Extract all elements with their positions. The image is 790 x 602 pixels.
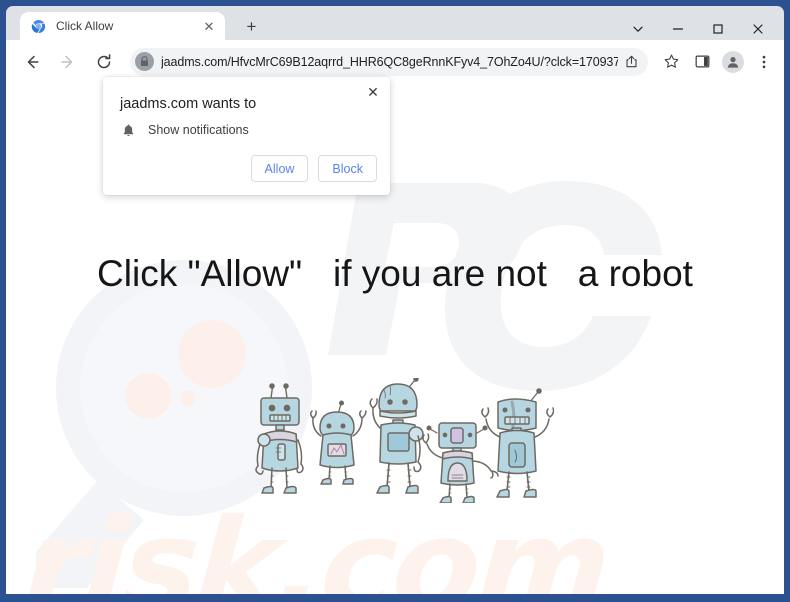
dialog-permission-label: Show notifications — [148, 123, 249, 137]
star-icon[interactable] — [657, 48, 685, 76]
profile-avatar-icon[interactable] — [719, 48, 747, 76]
tab-close-icon[interactable]: ✕ — [200, 17, 218, 35]
address-bar[interactable]: jaadms.com/HfvcMrC69B12aqrrd_HHR6QC8geRn… — [130, 47, 648, 76]
browser-window: Click Allow ✕ + jaadms.com/HfvcMrC69B12a… — [0, 0, 790, 602]
avatar — [722, 50, 744, 73]
browser-tab-click-allow[interactable]: Click Allow ✕ — [20, 12, 225, 40]
dialog-close-icon[interactable]: ✕ — [362, 81, 384, 103]
new-tab-button[interactable]: + — [240, 15, 263, 38]
block-button[interactable]: Block — [318, 155, 377, 182]
side-panel-icon[interactable] — [688, 48, 716, 76]
dialog-actions: Allow Block — [250, 155, 377, 182]
notification-permission-dialog: ✕ jaadms.com wants to Show notifications… — [103, 77, 390, 195]
lock-icon[interactable] — [135, 52, 154, 71]
bell-icon — [120, 122, 136, 138]
tab-strip: Click Allow ✕ + — [6, 6, 784, 40]
address-bar-url: jaadms.com/HfvcMrC69B12aqrrd_HHR6QC8geRn… — [161, 54, 618, 69]
chrome-swirl-icon — [31, 19, 46, 34]
allow-button[interactable]: Allow — [250, 155, 309, 182]
reload-icon[interactable] — [89, 47, 119, 77]
dialog-permission-row: Show notifications — [120, 122, 249, 138]
dialog-title: jaadms.com wants to — [120, 96, 257, 112]
three-dot-menu-icon[interactable] — [750, 48, 778, 76]
forward-arrow-icon — [53, 47, 83, 77]
tab-title-label: Click Allow — [56, 19, 114, 33]
share-icon[interactable] — [618, 49, 644, 75]
back-arrow-icon[interactable] — [17, 47, 47, 77]
robots-illustration — [254, 378, 554, 503]
page-headline: Click "Allow" if you are not a robot — [97, 253, 693, 294]
